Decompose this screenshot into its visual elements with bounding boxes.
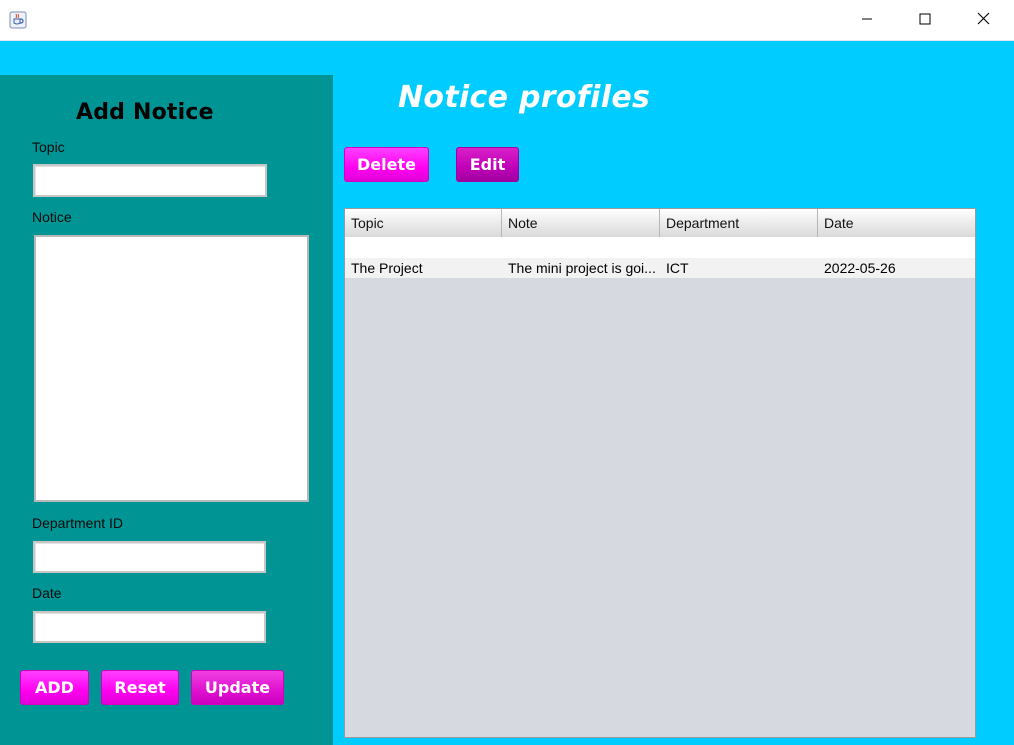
table-blank-area — [345, 237, 975, 258]
minimize-button[interactable] — [838, 0, 896, 41]
table-row[interactable]: The Project The mini project is goi... I… — [345, 258, 975, 278]
date-input[interactable] — [33, 611, 266, 643]
edit-button[interactable]: Edit — [456, 147, 519, 182]
java-coffee-icon — [9, 11, 27, 29]
update-button[interactable]: Update — [191, 670, 284, 705]
window-title-bar — [0, 0, 1014, 41]
reset-button[interactable]: Reset — [101, 670, 179, 705]
cell-department[interactable]: ICT — [660, 258, 818, 278]
notices-table: Topic Note Department Date The Project T… — [344, 208, 976, 738]
topic-input[interactable] — [33, 164, 267, 197]
minimize-icon — [861, 12, 873, 30]
column-header-date[interactable]: Date — [818, 209, 975, 237]
notice-label: Notice — [32, 209, 72, 225]
maximize-button[interactable] — [896, 0, 954, 41]
column-header-department[interactable]: Department — [660, 209, 818, 237]
department-id-label: Department ID — [32, 515, 124, 531]
department-id-input[interactable] — [33, 541, 266, 573]
maximize-icon — [919, 12, 931, 30]
table-header: Topic Note Department Date — [345, 209, 975, 238]
cell-topic[interactable]: The Project — [345, 258, 502, 278]
close-button[interactable] — [954, 0, 1012, 41]
column-header-note[interactable]: Note — [502, 209, 660, 237]
date-label: Date — [32, 585, 62, 601]
add-button[interactable]: ADD — [20, 670, 89, 705]
column-header-topic[interactable]: Topic — [345, 209, 502, 237]
close-icon — [977, 12, 990, 30]
topic-label: Topic — [32, 139, 65, 155]
add-notice-title: Add Notice — [76, 100, 214, 125]
delete-button[interactable]: Delete — [344, 147, 429, 182]
notice-textarea[interactable] — [34, 235, 309, 502]
cell-date[interactable]: 2022-05-26 — [818, 258, 975, 278]
notice-profiles-title: Notice profiles — [398, 80, 651, 115]
cell-note[interactable]: The mini project is goi... — [502, 258, 660, 278]
